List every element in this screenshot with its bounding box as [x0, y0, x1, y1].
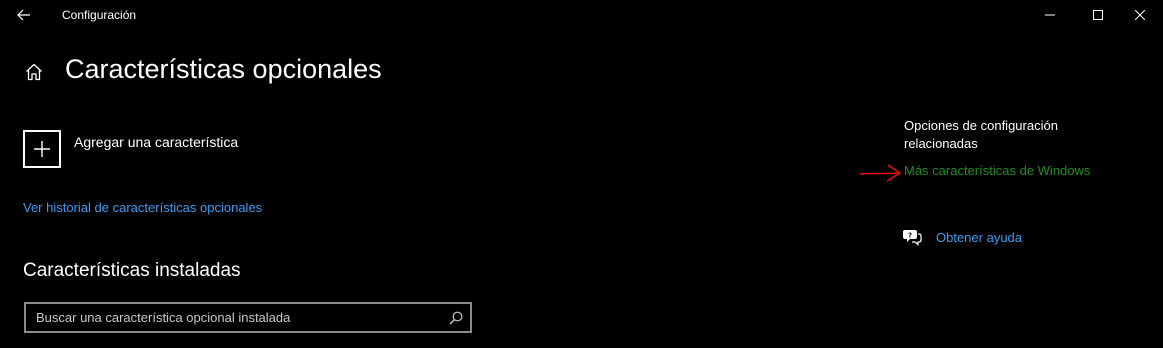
add-feature-label: Agregar una característica [74, 134, 239, 150]
red-arrow-annotation [859, 164, 901, 182]
get-help-link[interactable]: Obtener ayuda [936, 230, 1022, 245]
minimize-button[interactable] [1027, 0, 1073, 30]
add-feature-tile [23, 130, 61, 168]
history-link[interactable]: Ver historial de características opciona… [23, 200, 262, 215]
svg-text:?: ? [908, 232, 912, 240]
settings-window: Configuración Características opcionales [0, 0, 1163, 348]
more-windows-features-link[interactable]: Más características de Windows [904, 163, 1090, 178]
maximize-icon [1093, 10, 1103, 20]
search-button[interactable] [442, 304, 470, 331]
plus-icon [34, 141, 50, 157]
page-title: Características opcionales [65, 54, 382, 84]
close-icon [1135, 10, 1145, 20]
back-button[interactable] [8, 2, 40, 28]
search-icon [449, 311, 463, 324]
minimize-icon [1045, 14, 1055, 16]
installed-features-title: Características instaladas [23, 260, 241, 281]
add-feature-button[interactable]: Agregar una característica [23, 130, 238, 168]
home-button[interactable] [22, 60, 46, 84]
help-chat-icon: ? [903, 230, 922, 246]
search-input[interactable] [26, 303, 442, 332]
title-bar: Configuración [0, 0, 1163, 30]
search-box [24, 302, 472, 333]
maximize-button[interactable] [1075, 0, 1121, 30]
close-button[interactable] [1117, 0, 1163, 30]
app-title: Configuración [62, 8, 137, 22]
related-settings-title: Opciones de configuración relacionadas [904, 118, 1058, 151]
back-arrow-icon [17, 9, 30, 21]
home-icon [26, 63, 42, 81]
